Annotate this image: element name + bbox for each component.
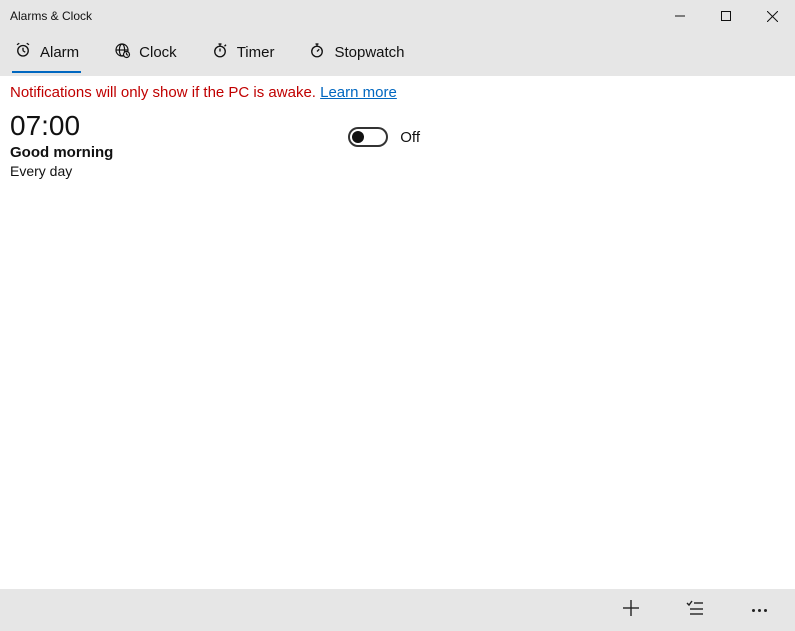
add-alarm-button[interactable] <box>599 589 663 631</box>
select-list-icon <box>686 599 704 622</box>
minimize-icon <box>675 11 685 21</box>
alarm-name: Good morning <box>10 144 113 161</box>
alarm-list: 07:00 Good morning Every day Off <box>0 107 795 589</box>
alarm-repeat: Every day <box>10 163 113 179</box>
tab-timer-label: Timer <box>237 44 275 61</box>
minimize-button[interactable] <box>657 0 703 32</box>
maximize-button[interactable] <box>703 0 749 32</box>
alarm-icon <box>14 41 32 63</box>
close-icon <box>767 11 778 22</box>
more-icon <box>752 609 767 612</box>
tab-timer[interactable]: Timer <box>209 35 277 73</box>
select-alarms-button[interactable] <box>663 589 727 631</box>
alarm-item[interactable]: 07:00 Good morning Every day Off <box>10 111 420 179</box>
timer-icon <box>211 41 229 63</box>
more-button[interactable] <box>727 589 791 631</box>
maximize-icon <box>721 11 731 21</box>
notification-learn-more-link[interactable]: Learn more <box>320 84 397 101</box>
alarm-toggle-label: Off <box>400 129 420 146</box>
tab-clock-label: Clock <box>139 44 177 61</box>
close-button[interactable] <box>749 0 795 32</box>
window-title: Alarms & Clock <box>0 9 92 23</box>
tab-stopwatch[interactable]: Stopwatch <box>306 35 406 73</box>
stopwatch-icon <box>308 41 326 63</box>
alarm-toggle[interactable] <box>348 127 388 147</box>
tab-clock[interactable]: Clock <box>111 35 179 73</box>
tab-alarm-label: Alarm <box>40 44 79 61</box>
plus-icon <box>622 599 640 622</box>
command-bar <box>0 589 795 631</box>
alarm-info: 07:00 Good morning Every day <box>10 111 113 179</box>
tab-stopwatch-label: Stopwatch <box>334 44 404 61</box>
title-bar: Alarms & Clock <box>0 0 795 32</box>
world-clock-icon <box>113 41 131 63</box>
notification-bar: Notifications will only show if the PC i… <box>0 76 795 107</box>
tab-alarm[interactable]: Alarm <box>12 35 81 73</box>
window-controls <box>657 0 795 32</box>
alarm-toggle-group: Off <box>348 111 420 147</box>
tab-bar: Alarm Clock Timer <box>0 32 795 76</box>
notification-text: Notifications will only show if the PC i… <box>10 84 320 101</box>
alarm-time: 07:00 <box>10 111 113 142</box>
toggle-knob <box>352 131 364 143</box>
